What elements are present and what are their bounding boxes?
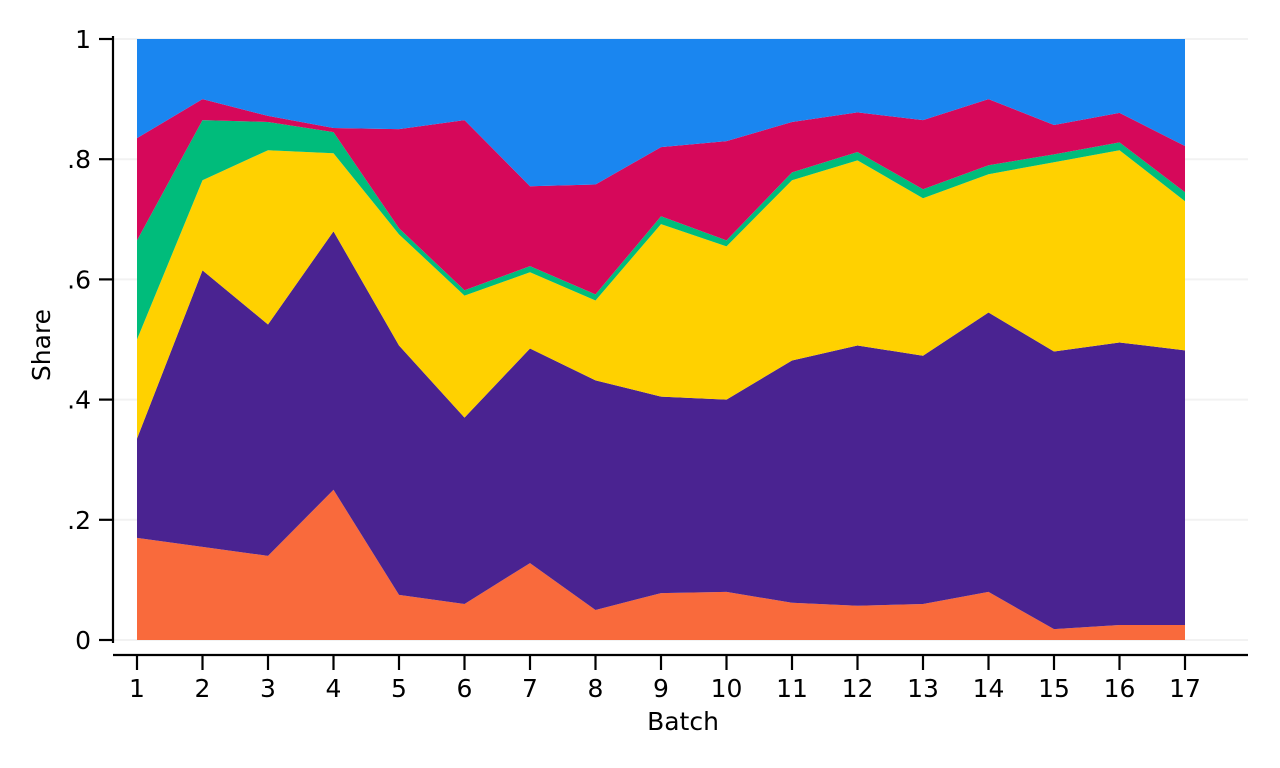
x-tick-label: 16	[1104, 674, 1136, 703]
x-tick-label: 9	[653, 674, 669, 703]
stacked-area-chart: 0.2.4.6.8 1 1 2 3 4 5 6 7 8 9 10 11 12 13 14 15 16 17 Sha…	[0, 0, 1280, 768]
x-tick-label: 8	[588, 674, 604, 703]
x-tick-label: 3	[260, 674, 276, 703]
y-axis-title: Share	[27, 309, 56, 381]
x-tick-label: 7	[522, 674, 538, 703]
y-tick-label: .8	[67, 145, 91, 174]
x-tick-label: 6	[457, 674, 473, 703]
x-tick-label: 15	[1038, 674, 1070, 703]
x-tick-label: 2	[195, 674, 211, 703]
x-tick-label: 5	[391, 674, 407, 703]
x-tick-label: 12	[842, 674, 874, 703]
y-tick-label: .2	[67, 506, 91, 535]
y-tick-label: .4	[67, 386, 91, 415]
x-tick-label: 11	[776, 674, 808, 703]
x-axis-title: Batch	[647, 707, 719, 736]
stacked-area-bands	[137, 39, 1185, 640]
x-tick-group: 1 2 3 4 5 6 7 8 9 10 11 12 13 14 15 16 17	[129, 655, 1201, 703]
y-tick-label: 1	[75, 25, 91, 54]
x-tick-label: 4	[326, 674, 342, 703]
x-tick-label: 1	[129, 674, 145, 703]
x-tick-label: 13	[907, 674, 939, 703]
x-tick-label: 10	[711, 674, 743, 703]
y-tick-label: .6	[67, 265, 91, 294]
y-tick-group: 0 .2 .4 .6 .8 1	[67, 25, 113, 655]
x-tick-label: 17	[1169, 674, 1201, 703]
y-tick-label: 0	[75, 626, 91, 655]
chart-svg: 0.2.4.6.81 1 2 3 4 5 6 7 8 9 10 11 12 13 14 15 16 17 Sha…	[27, 25, 1248, 736]
x-tick-label: 14	[973, 674, 1005, 703]
